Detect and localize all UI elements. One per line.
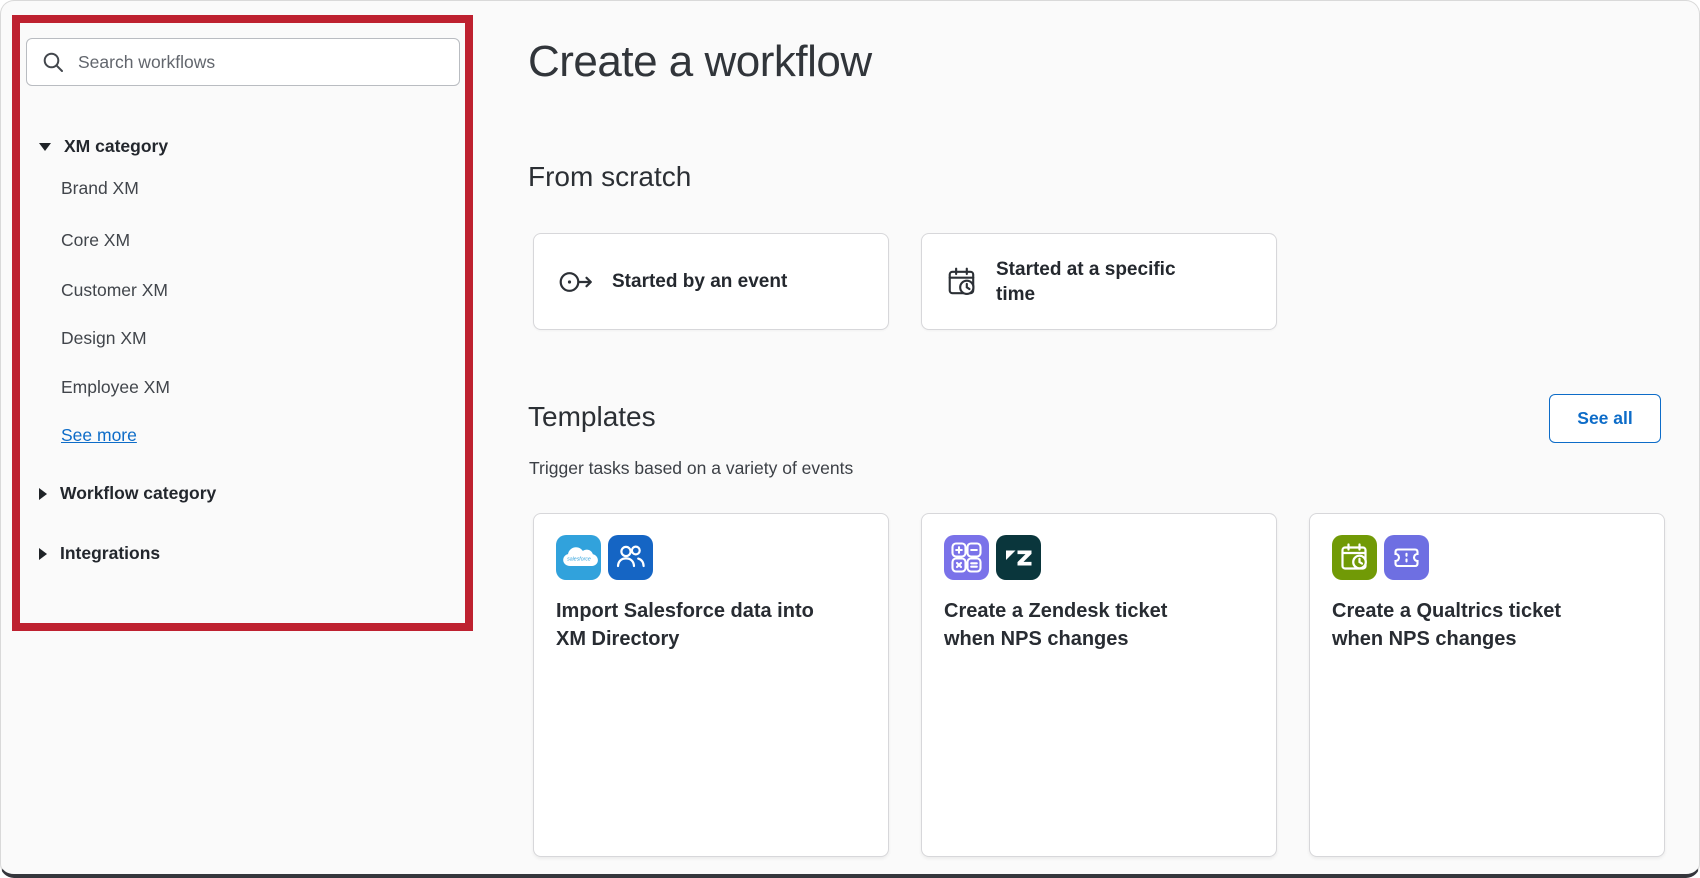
sidebar-group-workflow-category[interactable]: Workflow category [39, 483, 216, 504]
sidebar-group-label: Integrations [60, 543, 160, 564]
sidebar-group-xm-category[interactable]: XM category [39, 136, 168, 157]
template-title: Import Salesforce data into XM Directory [556, 597, 866, 653]
annotation-highlight-box [12, 15, 473, 631]
template-title: Create a Qualtrics ticket when NPS chang… [1332, 597, 1642, 653]
chevron-right-icon [39, 488, 47, 500]
template-card-zendesk-ticket[interactable]: Create a Zendesk ticket when NPS changes [921, 513, 1277, 857]
page-title: Create a workflow [528, 37, 872, 87]
template-title: Create a Zendesk ticket when NPS changes [944, 597, 1254, 653]
calculator-icon [944, 535, 989, 580]
see-all-button[interactable]: See all [1549, 394, 1661, 443]
sidebar-item-core-xm[interactable]: Core XM [61, 230, 130, 251]
svg-text:salesforce: salesforce [567, 557, 591, 563]
sidebar-item-customer-xm[interactable]: Customer XM [61, 280, 168, 301]
sidebar-group-label: Workflow category [60, 483, 216, 504]
zendesk-icon [996, 535, 1041, 580]
people-icon [608, 535, 653, 580]
from-scratch-heading: From scratch [528, 161, 691, 193]
workflow-event-icon [558, 268, 594, 296]
option-started-at-time[interactable]: Started at a specific time [921, 233, 1277, 330]
ticket-icon [1384, 535, 1429, 580]
chevron-right-icon [39, 548, 47, 560]
sidebar-item-brand-xm[interactable]: Brand XM [61, 178, 139, 199]
templates-subtitle: Trigger tasks based on a variety of even… [529, 458, 853, 479]
templates-heading: Templates [528, 401, 656, 433]
calendar-clock-icon [1332, 535, 1377, 580]
search-input[interactable]: Search workflows [26, 38, 460, 86]
workflows-page: Search workflows XM category Brand XM Co… [0, 0, 1700, 878]
chevron-down-icon [39, 143, 51, 151]
option-label: Started by an event [612, 269, 787, 294]
sidebar-group-label: XM category [64, 136, 168, 157]
calendar-clock-icon [946, 266, 978, 298]
sidebar-item-employee-xm[interactable]: Employee XM [61, 377, 170, 398]
template-card-qualtrics-ticket[interactable]: Create a Qualtrics ticket when NPS chang… [1309, 513, 1665, 857]
search-placeholder: Search workflows [78, 52, 215, 73]
salesforce-icon: salesforce [556, 535, 601, 580]
sidebar-group-integrations[interactable]: Integrations [39, 543, 160, 564]
option-started-by-event[interactable]: Started by an event [533, 233, 889, 330]
search-icon [42, 51, 65, 74]
see-more-link[interactable]: See more [61, 425, 137, 446]
sidebar-item-design-xm[interactable]: Design XM [61, 328, 147, 349]
template-card-salesforce-import[interactable]: salesforce Import Salesforce data into X… [533, 513, 889, 857]
option-label: Started at a specific time [996, 257, 1176, 307]
